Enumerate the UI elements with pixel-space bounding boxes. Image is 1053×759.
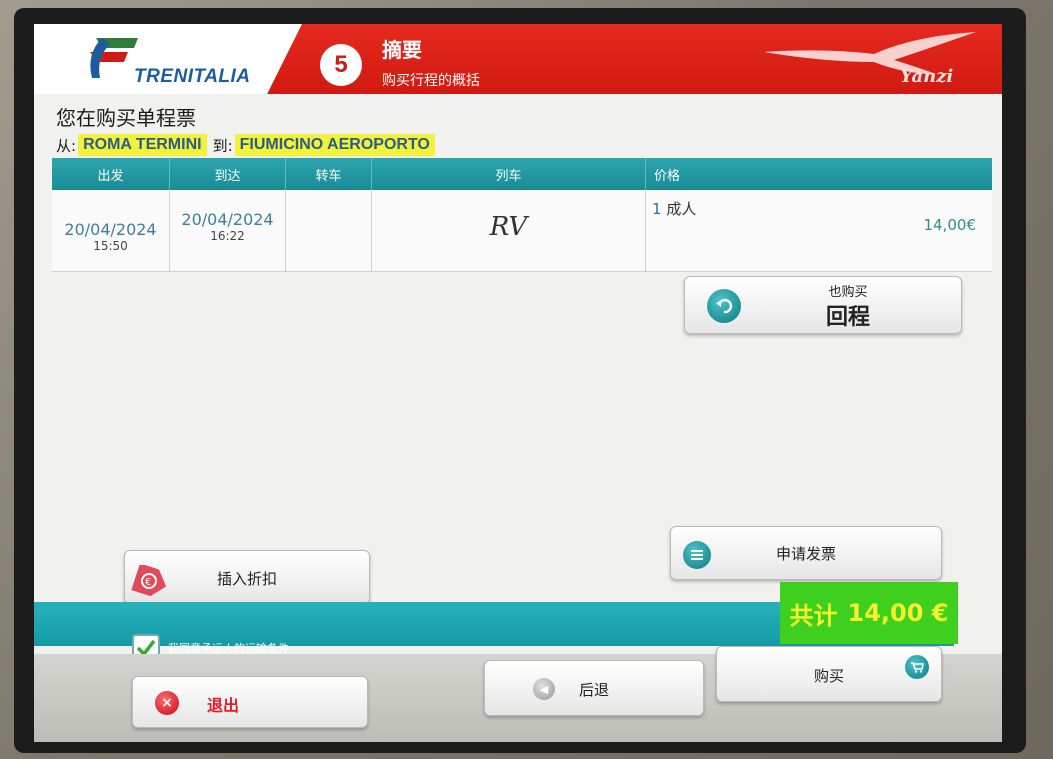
total-label: 共计: [789, 601, 838, 630]
header-transfer: 转车: [286, 158, 372, 190]
return-button-caption: 也购买: [828, 285, 868, 300]
passenger-count: 1: [652, 200, 662, 218]
train-type-code: RV: [489, 212, 528, 242]
arrival-date: 20/04/2024: [181, 210, 274, 229]
buy-return-button[interactable]: 也购买 回程: [684, 276, 962, 334]
arrival-time: 16:22: [210, 229, 245, 243]
buy-button[interactable]: 购买: [716, 646, 942, 702]
journey-table-header: 出发 到达 转车 列车 价格: [52, 158, 992, 190]
to-station: FIUMICINO AEROPORTO: [234, 134, 435, 156]
price-cell: 1 成人 14,00€: [646, 190, 992, 271]
close-icon: ×: [155, 691, 179, 715]
back-button[interactable]: ◀ 后退: [484, 660, 704, 716]
discount-button-label: 插入折扣: [216, 570, 277, 588]
header-price: 价格: [654, 168, 681, 184]
departure-date: 20/04/2024: [64, 220, 157, 239]
exit-button-label: 退出: [207, 696, 240, 715]
passenger-summary: 1 成人: [652, 198, 696, 219]
train-cell: RV: [372, 190, 646, 271]
to-label: 到:: [212, 136, 233, 155]
page-subtitle: 购买行程的概括: [382, 73, 480, 89]
brand-name: TRENITALIA: [134, 66, 251, 87]
exit-button[interactable]: × 退出: [132, 676, 368, 728]
arrival-cell: 20/04/2024 16:22: [170, 190, 286, 271]
header-departure: 出发: [52, 158, 170, 190]
invoice-button-label: 申请发票: [775, 545, 836, 563]
journey-row[interactable]: 20/04/2024 15:50 20/04/2024 16:22 RV 1 成…: [52, 190, 992, 272]
request-invoice-button[interactable]: 申请发票: [670, 526, 942, 580]
brand-logo-panel: TRENITALIA: [34, 24, 302, 94]
return-button-label: 回程: [825, 305, 870, 330]
trenitalia-logo-icon: [90, 38, 138, 78]
purchase-type-title: 您在购买单程票: [56, 106, 196, 130]
from-label: 从:: [56, 136, 77, 155]
total-amount: 14,00 €: [847, 599, 949, 627]
transfer-cell: [286, 190, 372, 271]
insert-discount-button[interactable]: € 插入折扣: [124, 550, 370, 604]
route-row: 从: ROMA TERMINI 到: FIUMICINO AEROPORTO: [56, 132, 441, 158]
total-price-box: 共计 14,00 €: [780, 582, 958, 644]
header-train: 列车: [372, 158, 646, 190]
departure-cell: 20/04/2024 15:50: [52, 190, 170, 271]
step-number: 5: [320, 44, 362, 86]
kiosk-screen: TRENITALIA 5 摘要 购买行程的概括 Yanzi 您在购买单程票 从:…: [34, 24, 1002, 742]
passenger-type: 成人: [666, 200, 697, 218]
back-button-label: 后退: [578, 681, 609, 699]
header-arrival: 到达: [170, 158, 286, 190]
shopping-cart-icon: [905, 655, 929, 679]
ticket-price: 14,00€: [923, 216, 977, 234]
from-station: ROMA TERMINI: [78, 134, 207, 156]
departure-time: 15:50: [93, 239, 128, 253]
partner-logo-text: Yanzi: [900, 66, 954, 87]
page-title: 摘要: [382, 38, 422, 62]
